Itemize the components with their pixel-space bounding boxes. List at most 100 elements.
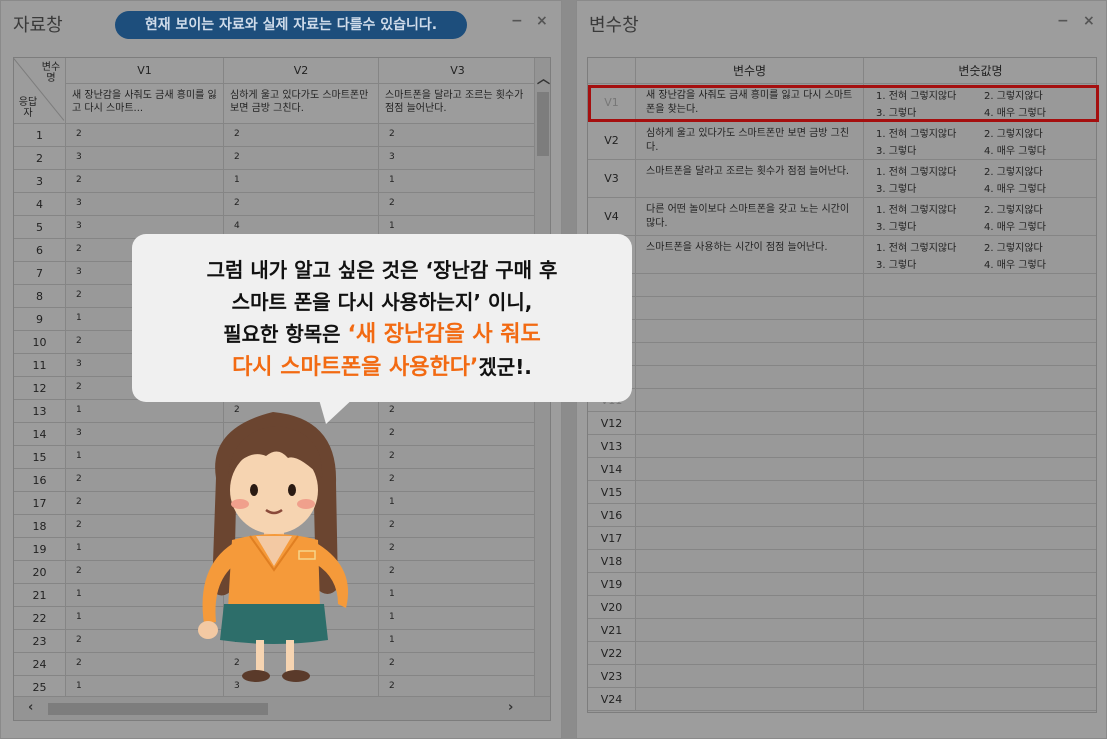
variable-values[interactable] — [864, 504, 1096, 527]
data-cell[interactable]: 2 — [379, 400, 537, 423]
row-number[interactable]: 18 — [14, 515, 66, 538]
variable-label[interactable] — [636, 412, 864, 435]
variable-label[interactable] — [636, 320, 864, 343]
row-number[interactable]: 5 — [14, 216, 66, 239]
data-cell[interactable]: 2 — [379, 124, 537, 147]
variable-id[interactable]: V16 — [588, 504, 636, 527]
row-number[interactable]: 24 — [14, 653, 66, 676]
row-number[interactable]: 13 — [14, 400, 66, 423]
variable-label[interactable] — [636, 481, 864, 504]
data-cell[interactable]: 2 — [379, 515, 537, 538]
variable-values[interactable] — [864, 665, 1096, 688]
row-number[interactable]: 10 — [14, 331, 66, 354]
row-number[interactable]: 15 — [14, 446, 66, 469]
horizontal-scroll-thumb[interactable] — [48, 703, 268, 715]
row-number[interactable]: 14 — [14, 423, 66, 446]
variable-values[interactable]: 1. 전혀 그렇지않다 2. 그렇지않다 3. 그렇다 4. 매우 그렇다 — [864, 236, 1096, 274]
horizontal-scrollbar[interactable]: ‹ › — [14, 696, 550, 720]
variable-label[interactable] — [636, 550, 864, 573]
variable-label[interactable] — [636, 573, 864, 596]
variable-id[interactable]: V17 — [588, 527, 636, 550]
row-number[interactable]: 4 — [14, 193, 66, 216]
variable-label[interactable] — [636, 665, 864, 688]
data-cell[interactable]: 2 — [379, 538, 537, 561]
scroll-left-icon[interactable]: ‹ — [28, 700, 33, 715]
data-cell[interactable]: 2 — [379, 653, 537, 676]
variable-id[interactable]: V24 — [588, 688, 636, 711]
data-cell[interactable]: 2 — [379, 193, 537, 216]
variable-values[interactable] — [864, 550, 1096, 573]
variable-id[interactable]: V12 — [588, 412, 636, 435]
row-number[interactable]: 7 — [14, 262, 66, 285]
variable-label[interactable] — [636, 435, 864, 458]
variable-id[interactable]: V18 — [588, 550, 636, 573]
variable-id[interactable]: V22 — [588, 642, 636, 665]
variable-values[interactable] — [864, 619, 1096, 642]
row-number[interactable]: 22 — [14, 607, 66, 630]
variable-label[interactable]: 다른 어떤 놀이보다 스마트폰을 갖고 노는 시간이 많다. — [636, 198, 864, 236]
variable-label[interactable]: 스마트폰을 달라고 조르는 횟수가 점점 늘어난다. — [636, 160, 864, 198]
scroll-up-icon[interactable]: ︿ — [537, 68, 550, 87]
data-cell[interactable]: 2 — [224, 147, 379, 170]
data-cell[interactable]: 2 — [224, 193, 379, 216]
variable-values[interactable] — [864, 274, 1096, 297]
variable-values[interactable] — [864, 458, 1096, 481]
variable-label[interactable] — [636, 527, 864, 550]
variable-values[interactable] — [864, 412, 1096, 435]
row-number[interactable]: 19 — [14, 538, 66, 561]
data-cell[interactable]: 1 — [379, 607, 537, 630]
variable-values[interactable] — [864, 389, 1096, 412]
data-cell[interactable]: 2 — [379, 561, 537, 584]
variable-id[interactable]: V21 — [588, 619, 636, 642]
data-cell[interactable]: 1 — [379, 584, 537, 607]
data-cell[interactable]: 1 — [379, 492, 537, 515]
variable-label[interactable] — [636, 688, 864, 711]
variable-label[interactable] — [636, 389, 864, 412]
data-cell[interactable]: 3 — [66, 193, 224, 216]
data-cell[interactable]: 2 — [224, 124, 379, 147]
variable-label[interactable] — [636, 343, 864, 366]
variable-id[interactable]: V2 — [588, 122, 636, 160]
data-cell[interactable]: 2 — [379, 423, 537, 446]
column-header-v2[interactable]: V2 — [224, 58, 379, 84]
row-number[interactable]: 3 — [14, 170, 66, 193]
variable-label[interactable] — [636, 642, 864, 665]
vertical-scroll-thumb[interactable] — [537, 92, 549, 156]
close-button[interactable]: × — [1083, 13, 1095, 29]
variable-id[interactable]: V14 — [588, 458, 636, 481]
variable-id[interactable]: V3 — [588, 160, 636, 198]
variable-id[interactable]: V15 — [588, 481, 636, 504]
variable-label[interactable] — [636, 458, 864, 481]
data-cell[interactable]: 2 — [379, 469, 537, 492]
data-cell[interactable]: 3 — [66, 147, 224, 170]
variable-values[interactable]: 1. 전혀 그렇지않다 2. 그렇지않다 3. 그렇다 4. 매우 그렇다 — [864, 122, 1096, 160]
variable-id[interactable]: V4 — [588, 198, 636, 236]
variable-label[interactable]: 스마트폰을 사용하는 시간이 점점 늘어난다. — [636, 236, 864, 274]
variable-values[interactable] — [864, 688, 1096, 711]
minimize-button[interactable]: − — [511, 13, 523, 29]
variable-values[interactable] — [864, 297, 1096, 320]
data-cell[interactable]: 2 — [66, 170, 224, 193]
row-number[interactable]: 9 — [14, 308, 66, 331]
variable-label[interactable] — [636, 274, 864, 297]
row-number[interactable]: 20 — [14, 561, 66, 584]
variable-id[interactable]: V23 — [588, 665, 636, 688]
variable-id[interactable]: V20 — [588, 596, 636, 619]
variable-label[interactable]: 심하게 울고 있다가도 스마트폰만 보면 금방 그친다. — [636, 122, 864, 160]
variable-values[interactable] — [864, 527, 1096, 550]
variable-label[interactable] — [636, 366, 864, 389]
variable-values[interactable]: 1. 전혀 그렇지않다 2. 그렇지않다 3. 그렇다 4. 매우 그렇다 — [864, 198, 1096, 236]
variable-label[interactable] — [636, 504, 864, 527]
close-button[interactable]: × — [536, 13, 548, 29]
data-cell[interactable]: 1 — [379, 170, 537, 193]
variable-label[interactable] — [636, 297, 864, 320]
data-cell[interactable]: 1 — [379, 630, 537, 653]
variable-values[interactable] — [864, 596, 1096, 619]
scroll-right-icon[interactable]: › — [508, 700, 513, 715]
row-number[interactable]: 12 — [14, 377, 66, 400]
row-number[interactable]: 23 — [14, 630, 66, 653]
data-cell[interactable]: 2 — [66, 124, 224, 147]
row-number[interactable]: 17 — [14, 492, 66, 515]
variable-values[interactable] — [864, 642, 1096, 665]
variable-values[interactable] — [864, 573, 1096, 596]
